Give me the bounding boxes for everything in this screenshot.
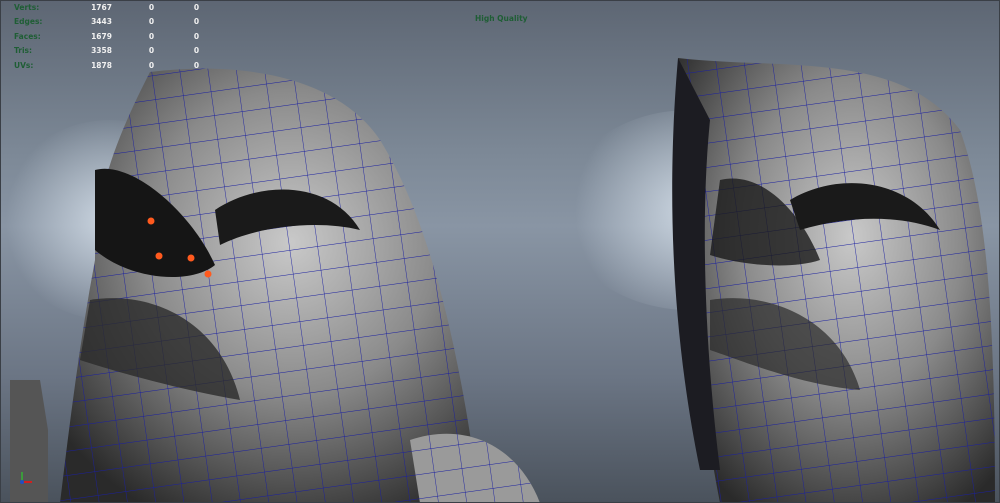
hud-label: UVs:	[14, 60, 34, 70]
hud-value: 0	[148, 2, 155, 12]
scene-render[interactable]	[0, 0, 1000, 503]
hud-row-faces: Faces: 1679 0 0	[14, 29, 219, 44]
hud-value: 3358	[91, 46, 112, 56]
hud-row-uvs: UVs: 1878 0 0	[14, 58, 219, 73]
hud-value: 0	[193, 60, 200, 70]
hud-row-tris: Tris: 3358 0 0	[14, 44, 219, 59]
hud-value: 0	[148, 60, 155, 70]
3d-viewport[interactable]	[0, 0, 1000, 503]
hud-value: 0	[193, 17, 200, 27]
hud-value: 1767	[91, 2, 112, 12]
render-quality-label: High Quality	[475, 14, 528, 23]
hud-value: 1679	[91, 31, 112, 41]
hud-value: 0	[193, 31, 200, 41]
poly-count-hud: Verts: 1767 0 0 Edges: 3443 0 0 Faces: 1…	[14, 0, 219, 73]
right-head-mesh[interactable]	[672, 58, 995, 503]
hud-value: 0	[193, 2, 200, 12]
hud-label: Faces:	[14, 31, 41, 41]
hud-value: 0	[148, 31, 155, 41]
hud-value: 3443	[91, 17, 112, 27]
left-head-mesh[interactable]	[10, 68, 540, 503]
hud-value: 0	[148, 17, 155, 27]
hud-value: 0	[148, 46, 155, 56]
hud-label: Verts:	[14, 2, 40, 12]
hud-label: Edges:	[14, 17, 43, 27]
hud-value: 0	[193, 46, 200, 56]
hud-row-verts: Verts: 1767 0 0	[14, 0, 219, 15]
hud-row-edges: Edges: 3443 0 0	[14, 15, 219, 30]
hud-value: 1878	[91, 60, 112, 70]
hud-label: Tris:	[14, 46, 33, 56]
axis-gizmo-icon	[20, 472, 32, 484]
